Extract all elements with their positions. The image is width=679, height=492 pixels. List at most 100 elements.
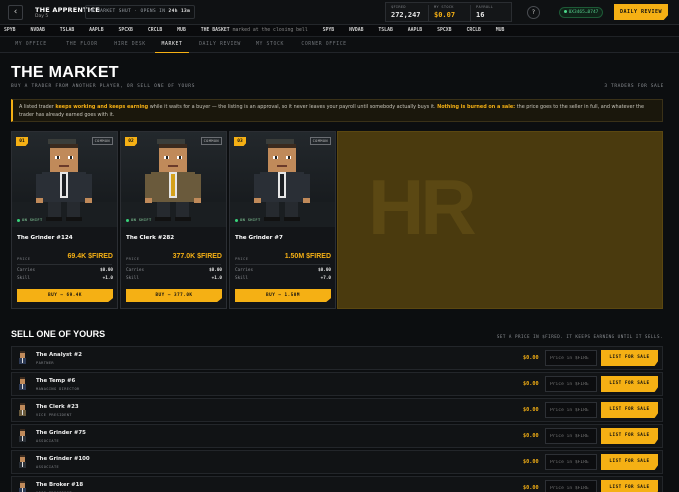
stat-value: 272,247: [391, 11, 421, 19]
buy-button[interactable]: BUY — 69.4K: [17, 289, 113, 302]
ticker-item: TSLAB: [378, 28, 393, 33]
list-for-sale-button[interactable]: LIST FOR SALE: [601, 428, 658, 444]
list-for-sale-button[interactable]: LIST FOR SALE: [601, 350, 658, 366]
ticker-item: CRCLB: [466, 28, 481, 33]
notice-highlight: keeps working and keeps earning: [55, 104, 149, 110]
skill-value: +1.0: [211, 276, 222, 281]
earned-amount: $0.00: [523, 381, 539, 387]
stat-label: $FIRED: [391, 5, 406, 9]
trader-avatar: [19, 351, 26, 364]
stat-label: PAYROLL: [476, 5, 494, 9]
sell-row: The Temp #6 MANAGING DIRECTOR $0.00 LIST FO…: [11, 372, 663, 396]
buy-button[interactable]: BUY — 377.0K: [126, 289, 222, 302]
price-input[interactable]: [545, 402, 597, 418]
shift-label: ON SHIFT: [240, 218, 261, 222]
market-status-text: MARKET SHUT · OPENS IN: [97, 9, 166, 14]
divider: [235, 264, 330, 265]
tab-daily-review[interactable]: DAILY REVIEW: [195, 37, 245, 53]
price-input[interactable]: [545, 454, 597, 470]
trader-name: The Clerk #282: [126, 235, 175, 241]
ticker-item: SPYB: [4, 28, 16, 33]
price-value: 69.4K $FIRED: [67, 253, 113, 260]
tab-hire-desk[interactable]: HIRE DESK: [110, 37, 150, 53]
ticker-item: AAPLB: [407, 28, 423, 33]
rank-badge: 03: [234, 137, 246, 146]
listings-grid: 01 COMMON ON SHIFT The Grinder #124 PRIC…: [11, 131, 663, 309]
tab-my-office[interactable]: MY OFFICE: [12, 37, 50, 53]
sell-row: The Broker #18VICE PRESIDENT$0.00LIST FO…: [11, 476, 663, 492]
stat-value: 16: [476, 11, 485, 19]
trader-avatar: [19, 481, 26, 492]
traders-for-sale-count: 3 TRADERS FOR SALE: [604, 84, 664, 89]
list-for-sale-button[interactable]: LIST FOR SALE: [601, 480, 658, 492]
listing-card: 01 COMMON ON SHIFT The Grinder #124 PRIC…: [11, 131, 118, 309]
shift-label: ON SHIFT: [22, 218, 43, 222]
earned-amount: $0.00: [523, 407, 539, 413]
price-label: PRICE: [17, 256, 31, 261]
trader-avatar: [19, 377, 26, 390]
earned-amount: $0.00: [523, 355, 539, 361]
skill-value: +1.0: [102, 276, 113, 281]
stats-panel: $FIRED 272,247 MY STOCK $0.07 PAYROLL 16: [385, 2, 512, 22]
trader-name: The Analyst #2: [36, 352, 82, 358]
stat-fired: $FIRED 272,247: [386, 5, 428, 21]
price-input[interactable]: [545, 428, 597, 444]
trader-figure-icon: [230, 139, 335, 227]
ticker-item: AAPLB: [89, 28, 104, 33]
price-input[interactable]: [545, 376, 597, 392]
sell-row: The Grinder #100 ASSOCIATE $0.00 LIST FOR S…: [11, 450, 663, 474]
price-value: 1.50M $FIRED: [284, 253, 331, 260]
list-for-sale-button[interactable]: LIST FOR SALE: [601, 376, 658, 392]
help-button[interactable]: ?: [527, 6, 540, 19]
list-for-sale-button[interactable]: LIST FOR SALE: [601, 402, 658, 418]
trader-name: The Grinder #124: [17, 235, 73, 241]
rarity-badge: COMMON: [200, 137, 222, 145]
trader-name: The Temp #6: [36, 378, 76, 384]
tab-corner-office[interactable]: CORNER OFFICE: [297, 37, 351, 53]
earned-amount: $0.00: [523, 459, 539, 465]
price-input[interactable]: [545, 350, 597, 366]
trader-name: The Clerk #23: [36, 404, 79, 410]
carries-value: $0.00: [318, 268, 331, 273]
trader-role: MANAGING DIRECTOR: [36, 387, 80, 391]
market-countdown: 24h 13m: [168, 9, 191, 14]
market-notice: A listed trader keeps working and keeps …: [11, 99, 663, 122]
list-for-sale-button[interactable]: LIST FOR SALE: [601, 454, 658, 470]
rarity-badge: COMMON: [91, 137, 113, 145]
wallet-badge[interactable]: 0X3465…0747: [559, 7, 603, 18]
sell-section-title: SELL ONE OF YOURS: [11, 329, 106, 339]
price-value: 377.0K $FIRED: [172, 253, 222, 260]
tab-the-floor[interactable]: THE FLOOR: [60, 37, 104, 53]
trader-figure-icon: [12, 139, 117, 227]
sell-row: The Analyst #2 PARTNER $0.00 LIST FOR SALE: [11, 346, 663, 370]
back-button[interactable]: ‹: [8, 5, 23, 20]
trader-portrait: [12, 132, 117, 227]
tab-market[interactable]: MARKET: [155, 37, 189, 53]
page-title: THE MARKET: [11, 64, 119, 81]
notice-text: A listed trader: [19, 104, 56, 110]
rarity-badge: COMMON: [309, 137, 331, 145]
online-dot-icon: [126, 218, 129, 222]
sell-hint: SET A PRICE IN $FIRED. IT KEEPS EARNING …: [496, 334, 663, 339]
skill-label: Skill: [126, 276, 139, 281]
shift-status: ON SHIFT: [17, 218, 43, 222]
page-subtitle: BUY A TRADER FROM ANOTHER PLAYER, OR SEL…: [11, 84, 196, 89]
stat-payroll: PAYROLL 16: [470, 5, 512, 21]
status-dot-icon: [91, 9, 94, 12]
shift-label: ON SHIFT: [131, 218, 152, 222]
buy-button[interactable]: BUY — 1.50M: [235, 289, 331, 302]
carries-label: Carries: [17, 268, 36, 273]
trader-role: VICE PRESIDENT: [36, 413, 72, 417]
listing-card: 02 COMMON ON SHIFT The Clerk #282 PRICE …: [120, 131, 227, 309]
trader-avatar: [19, 403, 26, 416]
sell-row: The Clerk #23 VICE PRESIDENT $0.00 LIST FOR…: [11, 398, 663, 422]
price-input[interactable]: [545, 480, 597, 492]
shift-status: ON SHIFT: [126, 218, 152, 222]
daily-review-button[interactable]: DAILY REVIEW: [614, 4, 668, 20]
tab-my-stock[interactable]: MY STOCK: [252, 37, 288, 53]
chevron-left-icon: ‹: [13, 7, 18, 17]
ticker-basket: THE BASKET: [200, 28, 230, 33]
online-dot-icon: [235, 218, 238, 222]
trader-avatar: [19, 455, 26, 468]
price-label: PRICE: [126, 256, 140, 261]
